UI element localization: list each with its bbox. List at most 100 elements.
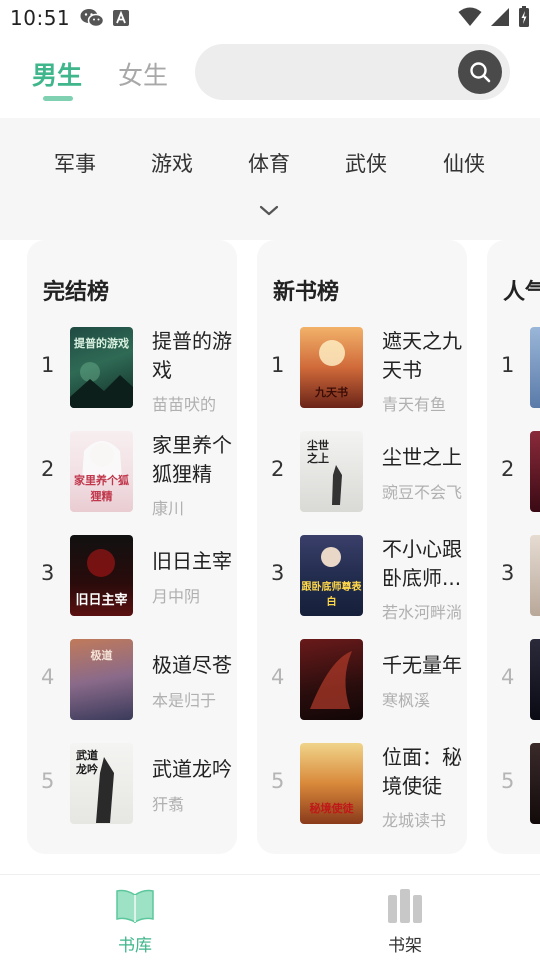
list-item[interactable]: 2 <box>487 431 540 513</box>
list-item[interactable]: 4 极道 极道尽苍 本是归于 <box>27 639 237 721</box>
rank-number: 5 <box>41 769 55 793</box>
book-cover <box>530 327 540 408</box>
book-cover: 尘世之上 <box>300 431 363 512</box>
book-author: 若水河畔淌 <box>382 603 463 622</box>
ranking-card-new[interactable]: 新书榜 1 九天书 遮天之九天书 青天有鱼 2 尘世之上 尘世之上 豌豆不会飞 … <box>257 240 467 854</box>
list-item[interactable]: 5 <box>487 743 540 825</box>
book-cover: 旧日主宰 <box>70 535 133 616</box>
list-item[interactable]: 5 秘境使徒 位面：秘境使徒 龙城读书 <box>257 743 467 830</box>
book-author: 苗苗吠的 <box>152 395 217 414</box>
book-author: 豌豆不会飞 <box>382 483 463 502</box>
nav-bookshelf-label: 书架 <box>388 936 422 956</box>
category-sports[interactable]: 体育 <box>248 148 290 178</box>
book-cover: 提普的游戏 <box>70 327 133 408</box>
ranking-carousel[interactable]: 完结榜 1 提普的游戏 提普的游戏 苗苗吠的 2 家里养个狐狸精 家里养个狐狸精… <box>0 240 540 870</box>
category-list: 军事 游戏 体育 武侠 仙侠 <box>0 148 540 182</box>
wechat-icon <box>80 9 105 28</box>
book-author: 犴翥 <box>152 795 185 814</box>
category-wuxia[interactable]: 武侠 <box>345 148 387 178</box>
list-item[interactable]: 2 尘世之上 尘世之上 豌豆不会飞 <box>257 431 467 513</box>
list-item[interactable]: 3 跟卧底师尊表白 不小心跟卧底师... 若水河畔淌 <box>257 535 467 622</box>
rank-number: 5 <box>271 769 285 793</box>
rank-number: 4 <box>41 665 55 689</box>
list-item[interactable]: 4 千无量年 寒枫溪 <box>257 639 467 721</box>
nav-bookshelf[interactable]: 书架 <box>365 885 445 957</box>
rank-number: 4 <box>271 665 285 689</box>
cover-text: 提普的游戏 <box>74 337 129 350</box>
nav-library[interactable]: 书库 <box>95 885 175 957</box>
rank-number: 1 <box>501 353 515 377</box>
search-bar[interactable] <box>195 44 510 100</box>
list-item[interactable]: 1 <box>487 327 540 409</box>
list-item[interactable]: 1 九天书 遮天之九天书 青天有鱼 <box>257 327 467 414</box>
book-title: 千无量年 <box>382 653 462 677</box>
book-author: 青天有鱼 <box>382 395 447 414</box>
ranking-card-popular[interactable]: 人气 1 2 3 4 5 <box>487 240 540 854</box>
book-cover <box>530 535 540 616</box>
book-cover: 跟卧底师尊表白 <box>300 535 363 616</box>
book-title: 遮天之九天书 <box>382 329 462 382</box>
header: 男生 女生 <box>0 36 540 118</box>
book-author: 龙城读书 <box>382 811 447 830</box>
book-cover: 武道龙吟 <box>70 743 133 824</box>
book-cover <box>530 639 540 720</box>
rank-number: 3 <box>41 561 55 585</box>
rank-number: 5 <box>501 769 515 793</box>
cover-text: 尘世之上 <box>307 439 329 465</box>
bookshelf-icon <box>388 889 422 923</box>
rank-number: 2 <box>41 457 55 481</box>
tab-female[interactable]: 女生 <box>118 56 168 92</box>
list-item[interactable]: 3 <box>487 535 540 617</box>
book-cover <box>530 743 540 824</box>
book-author: 本是归于 <box>152 691 217 710</box>
cover-text: 旧日主宰 <box>75 593 128 608</box>
book-title: 尘世之上 <box>382 445 462 469</box>
cover-text: 武道龙吟 <box>76 749 98 776</box>
book-title: 极道尽苍 <box>152 653 232 677</box>
ranking-title: 完结榜 <box>43 280 110 305</box>
battery-charging-icon <box>519 6 529 27</box>
nav-library-label: 书库 <box>118 936 152 956</box>
book-title: 位面：秘境使徒 <box>382 745 462 798</box>
active-tab-indicator <box>43 96 73 101</box>
search-icon <box>470 62 491 83</box>
rank-number: 2 <box>501 457 515 481</box>
status-time: 10:51 <box>10 6 71 30</box>
book-title: 武道龙吟 <box>152 757 232 781</box>
status-bar: 10:51 <box>0 0 540 36</box>
status-system-icons <box>458 6 530 28</box>
list-item[interactable]: 2 家里养个狐狸精 家里养个狐狸精 康川 <box>27 431 237 518</box>
category-xianxia[interactable]: 仙侠 <box>443 148 485 178</box>
book-cover <box>300 639 363 720</box>
book-cover: 极道 <box>70 639 133 720</box>
search-button[interactable] <box>458 50 502 94</box>
book-title: 旧日主宰 <box>152 549 232 573</box>
rank-number: 2 <box>271 457 285 481</box>
bottom-nav: 书库 书架 <box>0 874 540 960</box>
chevron-down-icon[interactable] <box>258 204 280 218</box>
rank-number: 3 <box>271 561 285 585</box>
list-item[interactable]: 3 旧日主宰 旧日主宰 月中阴 <box>27 535 237 617</box>
ranking-title: 人气 <box>503 280 540 305</box>
book-cover: 秘境使徒 <box>300 743 363 824</box>
cover-text: 秘境使徒 <box>309 802 354 815</box>
book-title: 提普的游戏 <box>152 329 232 382</box>
category-games[interactable]: 游戏 <box>151 148 193 178</box>
book-author: 康川 <box>152 499 185 518</box>
book-author: 月中阴 <box>152 587 201 606</box>
list-item[interactable]: 4 <box>487 639 540 721</box>
signal-icon <box>491 8 509 26</box>
list-item[interactable]: 1 提普的游戏 提普的游戏 苗苗吠的 <box>27 327 237 414</box>
open-book-icon <box>116 889 154 924</box>
book-title: 家里养个狐狸精 <box>152 433 232 486</box>
tab-male[interactable]: 男生 <box>32 56 82 92</box>
book-cover <box>530 431 540 512</box>
ranking-card-completed[interactable]: 完结榜 1 提普的游戏 提普的游戏 苗苗吠的 2 家里养个狐狸精 家里养个狐狸精… <box>27 240 237 854</box>
book-title: 不小心跟卧底师... <box>382 537 462 590</box>
rank-number: 3 <box>501 561 515 585</box>
rank-number: 4 <box>501 665 515 689</box>
rank-number: 1 <box>271 353 285 377</box>
list-item[interactable]: 5 武道龙吟 武道龙吟 犴翥 <box>27 743 237 825</box>
category-military[interactable]: 军事 <box>54 148 96 178</box>
cover-text: 极道 <box>90 649 113 662</box>
